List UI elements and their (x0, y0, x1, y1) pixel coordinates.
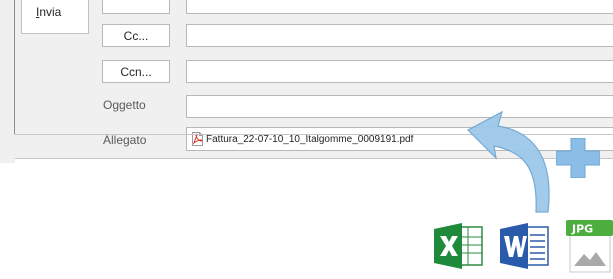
attachment-filename: Fattura_22-07-10_10_Italgomme_0009191.pd… (206, 133, 414, 145)
cc-button[interactable]: Cc... (102, 24, 170, 47)
jpg-image-icon: JPG (566, 220, 613, 279)
attachment-label: Allegato (103, 133, 147, 147)
excel-file-icon (434, 223, 483, 269)
curved-upload-arrow-icon (467, 110, 550, 213)
word-file-icon (500, 223, 549, 269)
jpg-badge-label: JPG (571, 223, 593, 236)
subject-label: Oggetto (103, 98, 146, 112)
cc-button-label: Cc... (123, 28, 149, 43)
window-edge (14, 0, 15, 134)
plus-icon (556, 138, 600, 178)
bcc-button-label: Ccn... (120, 64, 152, 79)
send-label: Invia (36, 5, 62, 19)
to-field[interactable] (186, 0, 613, 14)
send-button[interactable]: Invia (21, 0, 89, 34)
bcc-button[interactable]: Ccn... (102, 60, 170, 83)
to-button[interactable] (102, 0, 170, 14)
cc-field[interactable] (186, 24, 613, 47)
bcc-field[interactable] (186, 60, 613, 83)
